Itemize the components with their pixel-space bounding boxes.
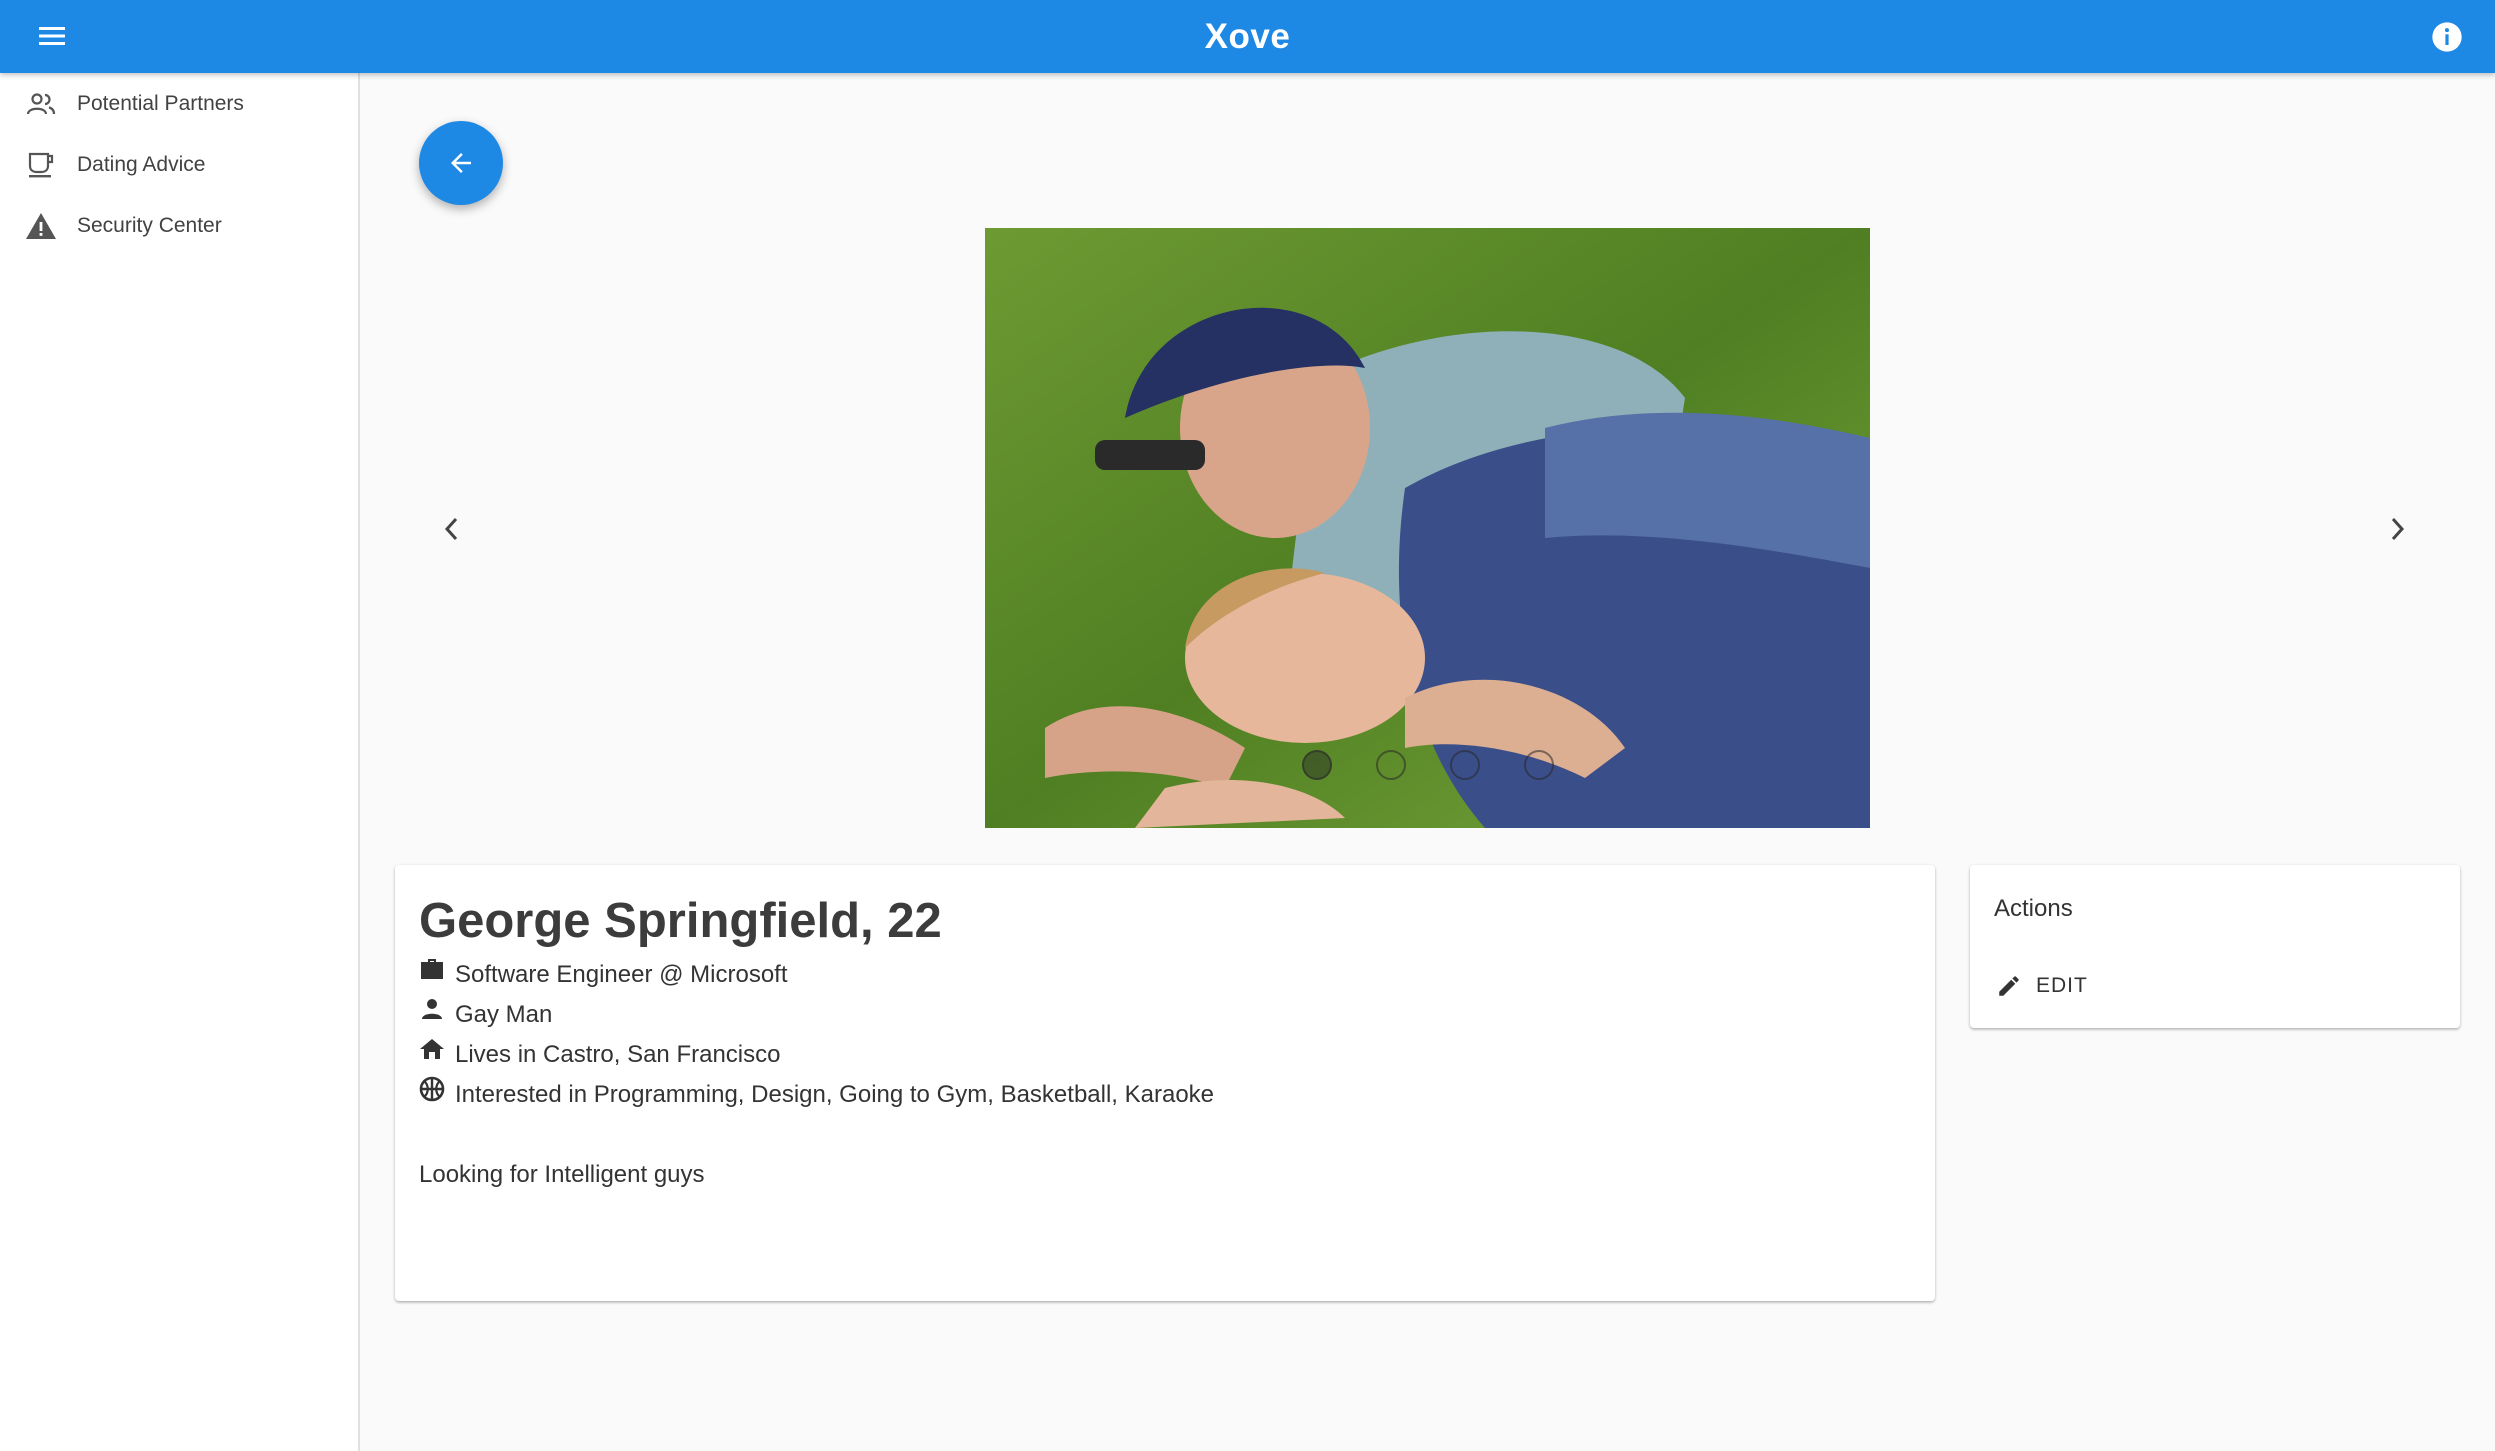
sidebar-item-security-center[interactable]: Security Center (0, 195, 358, 256)
person-icon (419, 995, 445, 1023)
sidebar-item-potential-partners[interactable]: Potential Partners (0, 73, 358, 134)
warning-icon (24, 209, 58, 243)
occupation-row: Software Engineer @ Microsoft (419, 955, 1911, 995)
arrow-back-icon (451, 153, 471, 173)
app-title: Xove (1204, 16, 1291, 56)
profile-occupation: Software Engineer @ Microsoft (455, 961, 788, 988)
carousel-dot[interactable] (1449, 750, 1480, 780)
info-icon (2432, 22, 2462, 52)
sidebar-item-label: Security Center (77, 213, 222, 237)
profile-location: Lives in Castro, San Francisco (455, 1041, 781, 1068)
chevron-left-icon (444, 517, 458, 541)
chevron-right-icon (2391, 517, 2405, 541)
location-row: Lives in Castro, San Francisco (419, 1035, 1911, 1075)
pencil-icon (1999, 976, 2019, 996)
actions-title: Actions (1994, 895, 2073, 922)
basketball-icon (419, 1075, 445, 1103)
carousel-dots (985, 750, 1870, 780)
profile-identity: Gay Man (455, 1001, 553, 1028)
carousel-next-button[interactable] (2377, 505, 2417, 553)
sidebar-item-label: Potential Partners (77, 91, 244, 115)
back-button[interactable] (419, 121, 503, 205)
carousel-dot[interactable] (1301, 750, 1332, 780)
sidebar-item-label: Dating Advice (77, 152, 206, 176)
actions-card: Actions EDIT (1970, 865, 2460, 1028)
edit-button[interactable]: EDIT (1984, 963, 2100, 1009)
profile-card: George Springfield, 22 Software Engineer… (395, 865, 1935, 1301)
sidebar-item-dating-advice[interactable]: Dating Advice (0, 134, 358, 195)
sidebar: Potential Partners Dating Advice Securit… (0, 73, 360, 1451)
interests-row: Interested in Programming, Design, Going… (419, 1075, 1911, 1115)
identity-row: Gay Man (419, 995, 1911, 1035)
carousel-dot[interactable] (1523, 750, 1554, 780)
main-content: George Springfield, 22 Software Engineer… (362, 73, 2495, 1451)
carousel-prev-button[interactable] (432, 505, 472, 553)
briefcase-icon (419, 955, 445, 983)
profile-interests: Interested in Programming, Design, Going… (455, 1081, 1215, 1108)
coffee-cup-icon (24, 148, 58, 182)
edit-label: EDIT (2036, 974, 2088, 997)
profile-bio: Looking for Intelligent guys (419, 1161, 705, 1188)
app-bar: Xove (0, 0, 2495, 73)
profile-name: George Springfield, 22 (419, 894, 942, 948)
home-icon (419, 1035, 445, 1063)
info-button[interactable] (2427, 17, 2467, 57)
carousel-dot[interactable] (1375, 750, 1406, 780)
people-icon (24, 87, 58, 121)
profile-photo (985, 228, 1870, 828)
